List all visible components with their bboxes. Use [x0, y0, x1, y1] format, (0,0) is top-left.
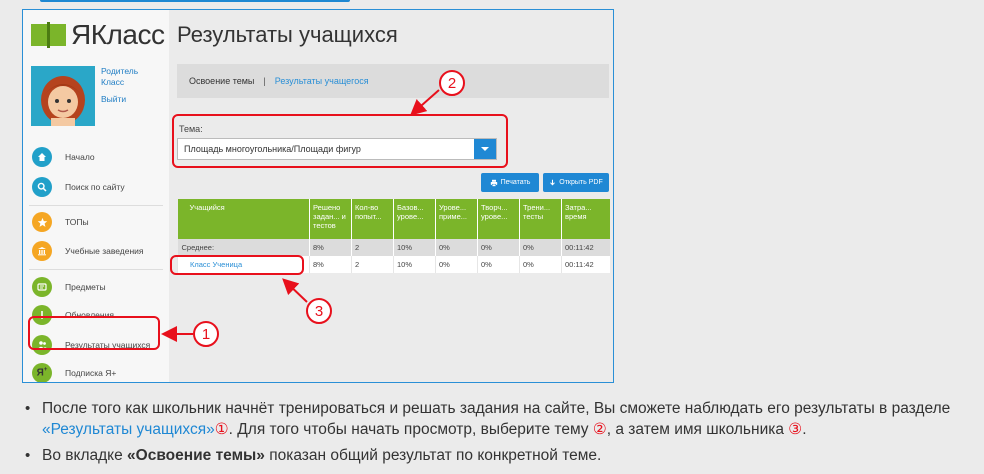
circled-number-2: ②	[592, 421, 607, 438]
marker-2: 2	[439, 70, 465, 96]
bullet-text: .	[802, 421, 807, 438]
bullet-text: показан общий результат по конкретной те…	[264, 447, 602, 464]
bullet-text: , а затем имя школьника	[606, 421, 789, 438]
bullet-text: Во вкладке	[42, 447, 128, 464]
bullet-text: После того как школьник начнёт тренирова…	[42, 400, 951, 417]
instruction-bullets: После того как школьник начнёт тренирова…	[22, 398, 982, 466]
student-results-link[interactable]: «Результаты учащихся»	[42, 421, 215, 438]
bullet-bold-text: «Освоение темы»	[127, 447, 265, 464]
marker-3: 3	[306, 298, 332, 324]
marker-1: 1	[193, 321, 219, 347]
bullet-text: . Для того чтобы начать просмотр, выбери…	[228, 421, 593, 438]
screenshot-frame: ЯКласс Родитель Класс Выйти Начало Поиск…	[22, 9, 614, 383]
annotation-arrows	[161, 89, 440, 342]
top-accent-strip	[0, 0, 984, 4]
circled-number-1: ①	[214, 421, 229, 438]
bullet-1: После того как школьник начнёт тренирова…	[22, 398, 982, 440]
circled-number-3: ③	[788, 421, 803, 438]
bullet-2: Во вкладке «Освоение темы» показан общий…	[22, 445, 982, 466]
